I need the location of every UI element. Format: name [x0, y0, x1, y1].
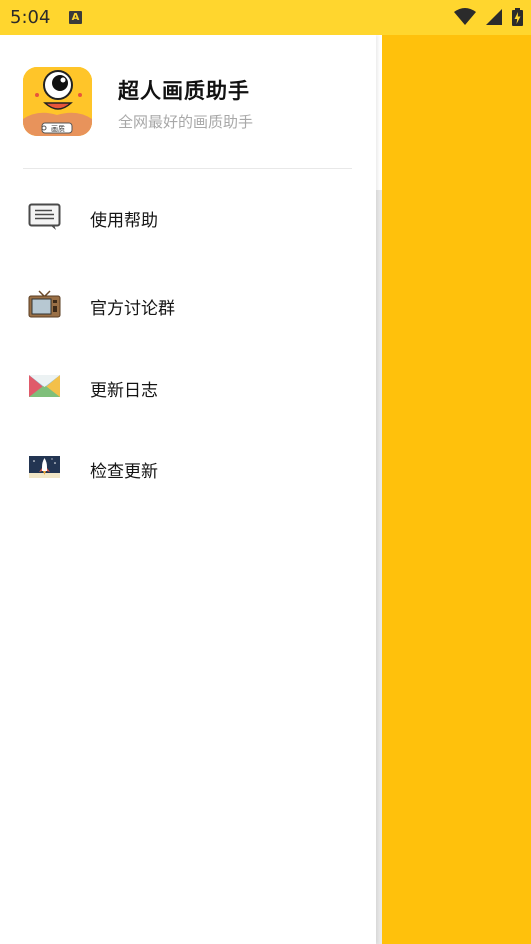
- app-logo-badge-text: 画质: [51, 124, 65, 133]
- app-subtitle: 全网最好的画质助手: [118, 113, 254, 131]
- rocket-icon: [29, 456, 60, 478]
- cell-signal-icon: [485, 9, 502, 25]
- notification-a-icon: A: [69, 11, 82, 24]
- menu-item-label: 使用帮助: [90, 211, 158, 231]
- menu-item-changelog[interactable]: 更新日志: [0, 357, 376, 417]
- menu-item-label: 检查更新: [90, 462, 158, 482]
- drawer-header: 画质 超人画质助手 全网最好的画质助手: [0, 35, 376, 169]
- main-content-area[interactable]: [382, 35, 531, 944]
- menu-item-label: 更新日志: [90, 381, 158, 401]
- wifi-icon: [453, 8, 476, 25]
- status-time: 5:04: [10, 7, 51, 28]
- menu-item-discussion-group[interactable]: 官方讨论群: [0, 275, 376, 335]
- menu-item-label: 官方讨论群: [90, 299, 175, 319]
- menu-item-check-update[interactable]: 检查更新: [0, 438, 376, 498]
- status-bar: 5:04 A: [0, 0, 531, 35]
- app-logo-icon: 画质: [23, 67, 92, 136]
- message-icon: [28, 203, 61, 230]
- header-divider: [23, 168, 352, 169]
- navigation-drawer: 画质 超人画质助手 全网最好的画质助手 使用帮助 官方讨论群 更新日志 检查更新: [0, 35, 376, 944]
- status-icons: [450, 8, 523, 26]
- envelope-icon: [29, 375, 60, 397]
- battery-charging-icon: [512, 8, 523, 26]
- tv-icon: [28, 290, 61, 318]
- app-title: 超人画质助手: [118, 79, 250, 103]
- menu-item-help[interactable]: 使用帮助: [0, 187, 376, 247]
